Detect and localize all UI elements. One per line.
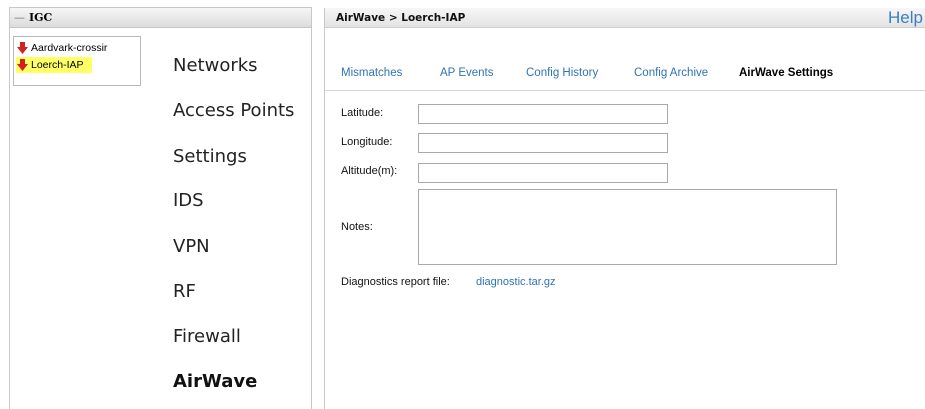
device-item-loerch[interactable]: Loerch-IAP: [16, 57, 92, 73]
device-label: Loerch-IAP: [31, 59, 84, 71]
latitude-input[interactable]: [418, 104, 668, 124]
notes-textarea[interactable]: [418, 189, 837, 265]
left-panel: — IGC Aardvark-crossir Loerch-IAP Networ…: [9, 7, 312, 409]
nav-airwave[interactable]: AirWave: [173, 371, 257, 392]
altitude-input[interactable]: [418, 163, 668, 183]
collapse-icon[interactable]: —: [14, 11, 26, 24]
nav-firewall[interactable]: Firewall: [173, 326, 241, 347]
right-panel-header: AirWave > Loerch-IAP: [325, 8, 925, 28]
device-label: Aardvark-crossir: [31, 42, 108, 54]
group-title: IGC: [29, 11, 53, 24]
left-panel-header: — IGC: [10, 8, 311, 28]
diagnostics-label: Diagnostics report file:: [341, 276, 450, 288]
longitude-label: Longitude:: [341, 136, 393, 148]
help-link[interactable]: Help: [888, 8, 923, 28]
tab-config-archive[interactable]: Config Archive: [634, 67, 708, 79]
tab-config-history[interactable]: Config History: [526, 67, 598, 79]
breadcrumb: AirWave > Loerch-IAP: [336, 11, 466, 24]
nav-vpn[interactable]: VPN: [173, 236, 210, 257]
right-panel: AirWave > Loerch-IAP Help Mismatches AP …: [324, 8, 925, 409]
nav-settings[interactable]: Settings: [173, 146, 247, 167]
down-arrow-icon: [16, 42, 29, 54]
tab-mismatches[interactable]: Mismatches: [341, 67, 402, 79]
tab-bar: Mismatches AP Events Config History Conf…: [325, 65, 925, 91]
device-list: Aardvark-crossir Loerch-IAP: [13, 36, 141, 86]
tab-ap-events[interactable]: AP Events: [440, 67, 494, 79]
longitude-input[interactable]: [418, 133, 668, 153]
tab-airwave-settings[interactable]: AirWave Settings: [739, 67, 833, 79]
nav-access-points[interactable]: Access Points: [173, 100, 294, 121]
device-item-aardvark[interactable]: Aardvark-crossir: [16, 40, 107, 56]
down-arrow-icon: [16, 59, 29, 71]
nav-rf[interactable]: RF: [173, 281, 196, 302]
latitude-label: Latitude:: [341, 107, 384, 119]
notes-label: Notes:: [341, 221, 373, 233]
nav-networks[interactable]: Networks: [173, 55, 258, 76]
diagnostics-file-link[interactable]: diagnostic.tar.gz: [476, 276, 556, 288]
nav-ids[interactable]: IDS: [173, 190, 204, 211]
altitude-label: Altitude(m):: [341, 165, 398, 177]
